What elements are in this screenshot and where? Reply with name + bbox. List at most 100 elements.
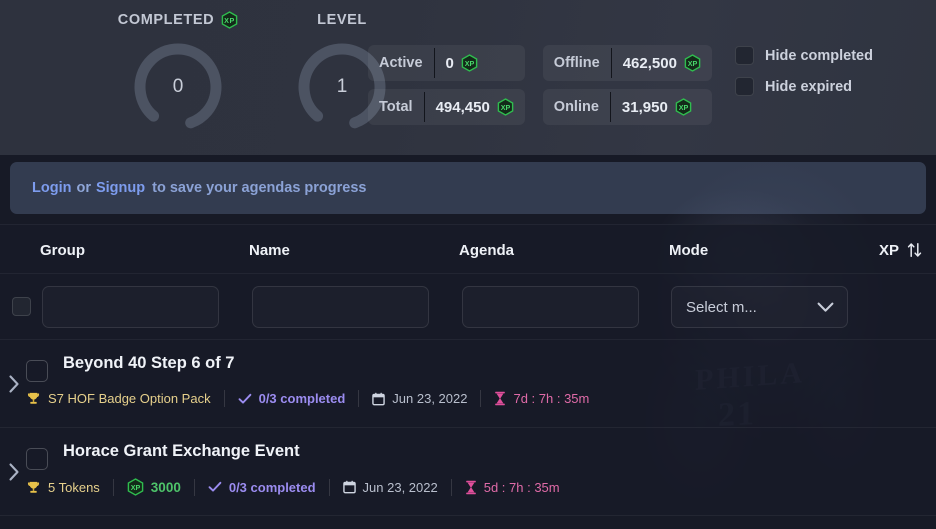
stat-offline-value: 462,500: [622, 54, 677, 72]
expand-row-chevron-icon[interactable]: [2, 456, 26, 487]
row-date-text: Jun 23, 2022: [392, 391, 468, 406]
gauge-group: COMPLETED XP 0 LEVEL 1: [0, 0, 398, 155]
svg-text:XP: XP: [679, 103, 689, 112]
row-completed: 0/3 completed: [225, 391, 359, 406]
row-timer: 5d : 7h : 35m: [452, 480, 573, 495]
row-timer-text: 5d : 7h : 35m: [483, 479, 560, 495]
row-date: Jun 23, 2022: [330, 480, 451, 495]
stat-online: Online 31,950 XP: [542, 89, 712, 125]
gauge-completed-ring: 0: [129, 38, 227, 136]
row-meta: 5 Tokens XP 3000 0/3 completed Jun 23, 2…: [26, 478, 573, 496]
stat-online-value: 31,950: [621, 98, 668, 116]
row-reward-text: S7 HOF Badge Option Pack: [48, 391, 211, 406]
hide-completed-label: Hide completed: [765, 47, 873, 64]
stat-active-value-cell: 0 XP: [435, 45, 489, 81]
check-icon: [208, 481, 222, 493]
checkbox-icon[interactable]: [735, 46, 754, 65]
gauge-completed-label: COMPLETED: [117, 12, 215, 28]
trophy-icon: [26, 480, 41, 495]
stat-offline-key: Offline: [553, 55, 600, 71]
stat-total-value: 494,450: [435, 98, 490, 116]
svg-text:XP: XP: [465, 59, 475, 68]
login-banner-wrapper: Login or Signup to save your agendas pro…: [0, 155, 936, 214]
row-completed-text: 0/3 completed: [258, 391, 346, 406]
table-filter-row: Select m...: [0, 274, 936, 340]
svg-text:XP: XP: [501, 103, 511, 112]
table-row[interactable]: Horace Grant Exchange Event 5 Tokens XP …: [0, 428, 936, 516]
svg-text:XP: XP: [131, 483, 141, 492]
banner-tail-text: to save your agendas progress: [152, 180, 367, 196]
row-reward: S7 HOF Badge Option Pack: [26, 391, 224, 406]
check-icon: [238, 393, 252, 405]
stat-active-value: 0: [445, 54, 454, 72]
row-reward: 5 Tokens: [26, 480, 113, 495]
filter-mode-select[interactable]: Select m...: [671, 286, 848, 328]
sort-updown-icon[interactable]: [907, 242, 922, 258]
chevron-down-icon: [817, 302, 834, 313]
gauge-completed: COMPLETED XP 0: [118, 6, 238, 155]
row-checkbox[interactable]: [26, 360, 48, 382]
row-timer: 7d : 7h : 35m: [481, 391, 602, 406]
xp-hex-icon: XP: [461, 54, 478, 72]
stat-offline: Offline 462,500 XP: [542, 45, 712, 81]
stats-header: COMPLETED XP 0 LEVEL 1 Active 0 XP Offli…: [0, 0, 936, 155]
xp-hex-icon: XP: [684, 54, 701, 72]
column-header-xp[interactable]: XP: [879, 225, 922, 275]
filter-name-input[interactable]: [252, 286, 429, 328]
gauge-level-label: LEVEL: [317, 12, 367, 28]
stat-active: Active 0 XP: [368, 45, 525, 81]
checkbox-icon[interactable]: [735, 77, 754, 96]
select-all-checkbox[interactable]: [12, 297, 31, 316]
row-meta: S7 HOF Badge Option Pack 0/3 completed J…: [26, 390, 602, 407]
xp-hex-icon: XP: [221, 11, 238, 29]
hourglass-icon: [494, 391, 506, 406]
xp-stats-grid: Active 0 XP Offline 462,500 XP Total 494…: [368, 45, 712, 125]
expand-row-chevron-icon[interactable]: [2, 368, 26, 399]
hide-completed-toggle[interactable]: Hide completed: [735, 46, 873, 65]
row-timer-text: 7d : 7h : 35m: [513, 391, 590, 406]
column-header-name[interactable]: Name: [249, 225, 290, 275]
svg-text:XP: XP: [688, 59, 698, 68]
agendas-table: Group Name Agenda Mode XP Select m... Be…: [0, 224, 936, 516]
calendar-icon: [342, 480, 356, 494]
stat-total-value-cell: 494,450 XP: [425, 89, 525, 125]
row-date-text: Jun 23, 2022: [362, 479, 438, 495]
column-header-mode[interactable]: Mode: [669, 225, 708, 275]
table-header-row: Group Name Agenda Mode XP: [0, 224, 936, 274]
gauge-completed-label-row: COMPLETED XP: [118, 6, 238, 34]
column-header-group[interactable]: Group: [40, 225, 85, 275]
column-header-xp-label: XP: [878, 241, 899, 259]
row-completed-text: 0/3 completed: [228, 479, 316, 495]
row-reward-text: 5 Tokens: [48, 479, 100, 495]
row-xp-text: 3000: [150, 479, 181, 495]
stat-online-value-cell: 31,950 XP: [611, 89, 703, 125]
agendas-page: PHILA 21 COMPLETED XP: [0, 0, 936, 529]
row-xp: XP 3000: [114, 478, 194, 496]
svg-text:XP: XP: [224, 16, 235, 25]
row-date: Jun 23, 2022: [359, 391, 480, 406]
banner-or-text: or: [76, 180, 91, 196]
filter-agenda-input[interactable]: [462, 286, 639, 328]
xp-hex-icon: XP: [675, 98, 692, 116]
table-row[interactable]: Beyond 40 Step 6 of 7 S7 HOF Badge Optio…: [0, 340, 936, 428]
stat-online-key: Online: [553, 99, 599, 115]
calendar-icon: [372, 392, 386, 406]
login-link[interactable]: Login: [32, 180, 71, 196]
stat-total-key: Total: [379, 99, 413, 115]
hide-expired-label: Hide expired: [765, 78, 853, 95]
gauge-completed-value: 0: [172, 76, 184, 97]
row-title: Beyond 40 Step 6 of 7: [63, 354, 235, 372]
signup-link[interactable]: Signup: [96, 180, 145, 196]
filter-group-input[interactable]: [42, 286, 219, 328]
login-banner: Login or Signup to save your agendas pro…: [10, 162, 926, 214]
trophy-icon: [26, 391, 41, 406]
row-checkbox[interactable]: [26, 448, 48, 470]
stat-offline-value-cell: 462,500 XP: [612, 45, 712, 81]
xp-hex-icon: XP: [497, 98, 514, 116]
column-header-agenda[interactable]: Agenda: [459, 225, 514, 275]
hide-expired-toggle[interactable]: Hide expired: [735, 77, 873, 96]
hourglass-icon: [465, 480, 477, 495]
filter-mode-value: Select m...: [686, 298, 757, 316]
hide-filters: Hide completed Hide expired: [735, 46, 873, 96]
row-completed: 0/3 completed: [195, 480, 329, 495]
